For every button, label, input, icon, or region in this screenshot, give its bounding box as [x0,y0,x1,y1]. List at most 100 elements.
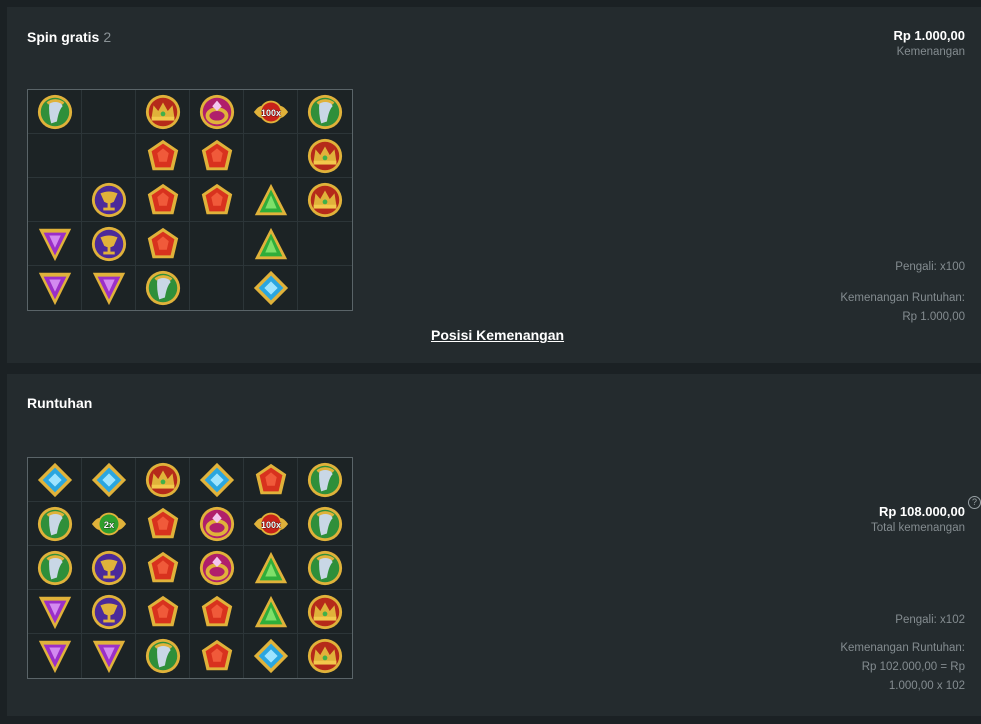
grid-cell [136,458,190,502]
sapphire-gem-icon [252,637,290,675]
free-spin-cascade: Kemenangan Runtuhan: Rp 1.000,00 [840,289,965,327]
cascade-label-2: Kemenangan Runtuhan: [840,642,965,654]
grid-cell [28,222,82,266]
sapphire-gem-icon [252,269,290,307]
grid-cell: 100x [244,502,298,546]
free-spin-count: 2 [103,29,112,45]
ruby-gem-icon [198,593,236,631]
svg-text:2x: 2x [103,519,114,530]
free-spin-label: Spin gratis [27,29,100,45]
cascade-equation-2: 1.000,00 x 102 [888,680,965,692]
amethyst-gem-icon [36,593,74,631]
emerald-gem-icon [252,181,290,219]
grid-cell [298,266,352,310]
urn-icon [306,549,344,587]
grid-cell [136,590,190,634]
grid-cell [136,546,190,590]
urn-icon [306,505,344,543]
grid-cell [136,502,190,546]
grid-cell [82,590,136,634]
chalice-icon [90,549,128,587]
grid-cell [190,222,244,266]
grid-cell [298,590,352,634]
grid-cell [244,178,298,222]
grid-cell [82,90,136,134]
grid-cell [298,90,352,134]
grid-cell [28,266,82,310]
grid-cell [136,634,190,678]
grid-cell [28,134,82,178]
grid-cell [28,590,82,634]
grid-cell: 100x [244,90,298,134]
urn-icon [306,461,344,499]
svg-text:100x: 100x [260,107,280,117]
cascade-multiplier: Pengali: x102 [895,611,965,630]
grid-cell [190,546,244,590]
ruby-gem-icon [252,461,290,499]
ruby-gem-icon [198,637,236,675]
emerald-gem-icon [252,549,290,587]
free-spin-multiplier: Pengali: x100 [895,258,965,277]
cascade-equation-1: Rp 102.000,00 = Rp [861,661,965,673]
crown-icon [306,137,344,175]
urn-icon [36,93,74,131]
emerald-gem-icon [252,593,290,631]
grid-cell [298,546,352,590]
grid-cell [244,222,298,266]
grid-cell [82,546,136,590]
grid-cell [82,178,136,222]
amethyst-gem-icon [90,637,128,675]
help-icon[interactable]: ? [968,496,981,509]
urn-icon [36,549,74,587]
urn-icon [144,637,182,675]
crown-icon [306,181,344,219]
grid-cell [28,502,82,546]
ring-icon [198,549,236,587]
total-win-label: Total kemenangan [871,522,965,534]
winning-positions-link[interactable]: Posisi Kemenangan [431,327,564,343]
grid-cell [190,90,244,134]
urn-icon [36,505,74,543]
ruby-gem-icon [144,181,182,219]
grid-cell [82,266,136,310]
ruby-gem-icon [144,137,182,175]
grid-cell [136,178,190,222]
multiplier-icon: 100x [252,505,290,543]
grid-cell [298,222,352,266]
grid-cell: 2x [82,502,136,546]
grid-cell [190,502,244,546]
free-spin-win-amount: Rp 1.000,00 [893,28,965,43]
amethyst-gem-icon [36,269,74,307]
sapphire-gem-icon [36,461,74,499]
amethyst-gem-icon [90,269,128,307]
reel-grid-2: 2x 100x [27,457,353,679]
ruby-gem-icon [144,593,182,631]
grid-cell [244,590,298,634]
ring-icon [198,93,236,131]
grid-cell [28,90,82,134]
multiplier-text: Pengali: x100 [895,261,965,273]
cascade-total: Kemenangan Runtuhan: Rp 102.000,00 = Rp … [840,639,965,696]
grid-cell [28,546,82,590]
chalice-icon [90,181,128,219]
ring-icon [198,505,236,543]
grid-cell [190,266,244,310]
amethyst-gem-icon [36,225,74,263]
ruby-gem-icon [144,225,182,263]
grid-cell [244,634,298,678]
cascade-panel: Runtuhan 2x 100x Rp 108.000,00 Total keme… [7,374,981,716]
free-spin-win-label: Kemenangan [896,46,965,58]
crown-icon [144,461,182,499]
free-spin-title: Spin gratis 2 [27,29,111,45]
ruby-gem-icon [198,181,236,219]
grid-cell [190,178,244,222]
grid-cell [190,590,244,634]
ruby-gem-icon [198,137,236,175]
grid-cell [190,634,244,678]
free-spin-win: Rp 1.000,00 Kemenangan [893,28,965,58]
grid-cell [298,458,352,502]
chalice-icon [90,225,128,263]
grid-cell [244,266,298,310]
grid-cell [190,458,244,502]
emerald-gem-icon [252,225,290,263]
